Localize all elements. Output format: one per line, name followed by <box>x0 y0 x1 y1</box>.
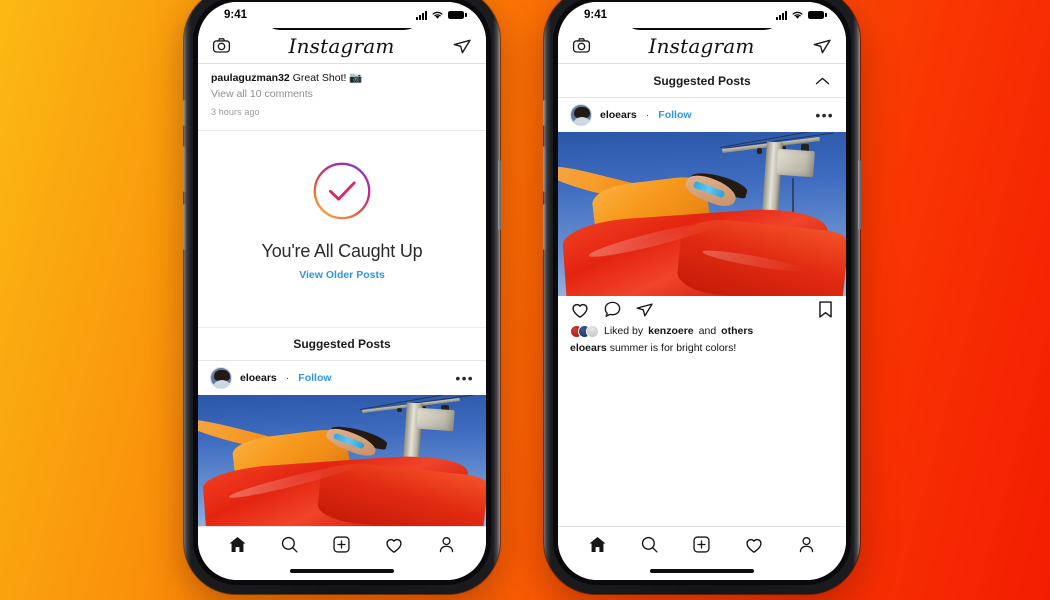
send-paper-plane-icon[interactable] <box>812 36 832 56</box>
caption-username[interactable]: eloears <box>570 342 607 354</box>
heart-icon[interactable] <box>570 300 590 320</box>
heart-icon[interactable] <box>384 535 404 555</box>
avatar[interactable] <box>210 367 232 389</box>
likes-username[interactable]: kenzoere <box>648 325 694 337</box>
bottom-tab-bar <box>558 526 846 562</box>
silent-switch[interactable] <box>183 100 186 126</box>
power-button[interactable] <box>858 160 861 230</box>
power-button[interactable] <box>498 160 501 230</box>
follow-button[interactable]: Follow <box>298 372 331 384</box>
home-indicator[interactable] <box>558 562 846 580</box>
heart-icon[interactable] <box>744 535 764 555</box>
separator-dot: · <box>285 372 290 384</box>
suggested-posts-header-left: Suggested Posts <box>198 327 486 361</box>
separator-dot: · <box>645 109 650 121</box>
bookmark-icon[interactable] <box>817 300 834 319</box>
likes-others[interactable]: others <box>721 325 753 337</box>
post-caption: eloears summer is for bright colors! <box>558 339 846 363</box>
avatar <box>586 324 599 338</box>
battery-icon <box>808 11 827 19</box>
avatar[interactable] <box>570 104 592 126</box>
pole-insulator <box>756 147 763 154</box>
profile-icon[interactable] <box>437 535 456 554</box>
feed-spacer <box>558 362 846 526</box>
volume-down-button[interactable] <box>183 204 186 250</box>
view-older-posts-link[interactable]: View Older Posts <box>299 269 385 281</box>
suggested-post-header: eloears · Follow ••• <box>198 361 486 395</box>
wifi-icon <box>792 11 803 19</box>
phone-right-screen: 9:41 Instagram Suggested Posts eloears ·… <box>558 2 846 580</box>
post-username[interactable]: eloears <box>240 372 277 384</box>
comment-bubble-icon[interactable] <box>603 300 622 319</box>
home-indicator[interactable] <box>198 562 486 580</box>
phone-right-bezel: 9:41 Instagram Suggested Posts eloears ·… <box>553 0 851 585</box>
phone-right: 9:41 Instagram Suggested Posts eloears ·… <box>543 0 861 594</box>
phone-left: 9:41 Instagram paulaguzman32 Great Shot!… <box>183 0 501 594</box>
instagram-nav-bar: Instagram <box>558 28 846 64</box>
more-options-icon[interactable]: ••• <box>455 371 474 385</box>
liker-avatars <box>570 324 599 338</box>
profile-icon[interactable] <box>797 535 816 554</box>
pole-transformer <box>416 408 456 432</box>
instagram-wordmark: Instagram <box>288 33 395 58</box>
follow-button[interactable]: Follow <box>658 109 691 121</box>
check-circle-gradient-icon <box>313 162 371 220</box>
volume-up-button[interactable] <box>183 146 186 192</box>
send-paper-plane-icon[interactable] <box>635 300 654 319</box>
post-actions <box>558 295 846 324</box>
add-post-icon[interactable] <box>332 535 351 554</box>
caught-up-block: You're All Caught Up View Older Posts <box>198 131 486 301</box>
caught-up-title: You're All Caught Up <box>261 241 423 261</box>
bottom-tab-bar <box>198 526 486 562</box>
camera-icon[interactable] <box>212 36 231 55</box>
post-timestamp: 3 hours ago <box>211 107 260 117</box>
chevron-up-icon[interactable] <box>815 76 830 86</box>
volume-down-button[interactable] <box>543 204 546 250</box>
previous-post-username[interactable]: paulaguzman32 <box>211 72 290 84</box>
camera-emoji-icon: 📷 <box>349 72 363 84</box>
caught-up-gap <box>198 301 486 327</box>
previous-post-caption: paulaguzman32 Great Shot! 📷 <box>211 70 473 86</box>
search-icon[interactable] <box>640 535 659 554</box>
instagram-nav-bar: Instagram <box>198 28 486 64</box>
volume-up-button[interactable] <box>543 146 546 192</box>
silent-switch[interactable] <box>543 100 546 126</box>
search-icon[interactable] <box>280 535 299 554</box>
suggested-posts-header-right: Suggested Posts <box>558 64 846 98</box>
post-photo[interactable] <box>558 132 846 296</box>
post-username[interactable]: eloears <box>600 109 637 121</box>
view-comments-link[interactable]: View all 10 comments <box>211 86 473 103</box>
camera-icon[interactable] <box>572 36 591 55</box>
pole-insulator <box>396 407 403 413</box>
cellular-bars-icon <box>416 10 427 20</box>
status-time: 9:41 <box>584 9 608 21</box>
suggested-post-header: eloears · Follow ••• <box>558 98 846 132</box>
phone-left-screen: 9:41 Instagram paulaguzman32 Great Shot!… <box>198 2 486 580</box>
add-post-icon[interactable] <box>692 535 711 554</box>
status-bar: 9:41 <box>198 2 486 28</box>
caption-text: summer is for bright colors! <box>609 341 737 354</box>
phone-left-bezel: 9:41 Instagram paulaguzman32 Great Shot!… <box>193 0 491 585</box>
wifi-icon <box>432 11 443 19</box>
cellular-bars-icon <box>776 10 787 20</box>
home-icon[interactable] <box>588 535 607 554</box>
previous-post-tail: paulaguzman32 Great Shot! 📷 View all 10 … <box>198 64 486 131</box>
likes-row: Liked by kenzoere and others <box>558 323 846 340</box>
previous-post-comment: Great Shot! <box>292 72 347 84</box>
pole-transformer <box>776 148 816 178</box>
send-paper-plane-icon[interactable] <box>452 36 472 56</box>
suggested-posts-title: Suggested Posts <box>653 73 751 88</box>
status-bar: 9:41 <box>558 2 846 28</box>
likes-middle: and <box>698 325 717 337</box>
post-photo[interactable] <box>198 395 486 526</box>
instagram-wordmark: Instagram <box>648 33 755 58</box>
likes-prefix: Liked by <box>604 325 644 337</box>
battery-icon <box>448 11 467 19</box>
suggested-posts-title: Suggested Posts <box>293 337 391 351</box>
more-options-icon[interactable]: ••• <box>815 108 834 122</box>
status-time: 9:41 <box>224 9 248 21</box>
home-icon[interactable] <box>228 535 247 554</box>
